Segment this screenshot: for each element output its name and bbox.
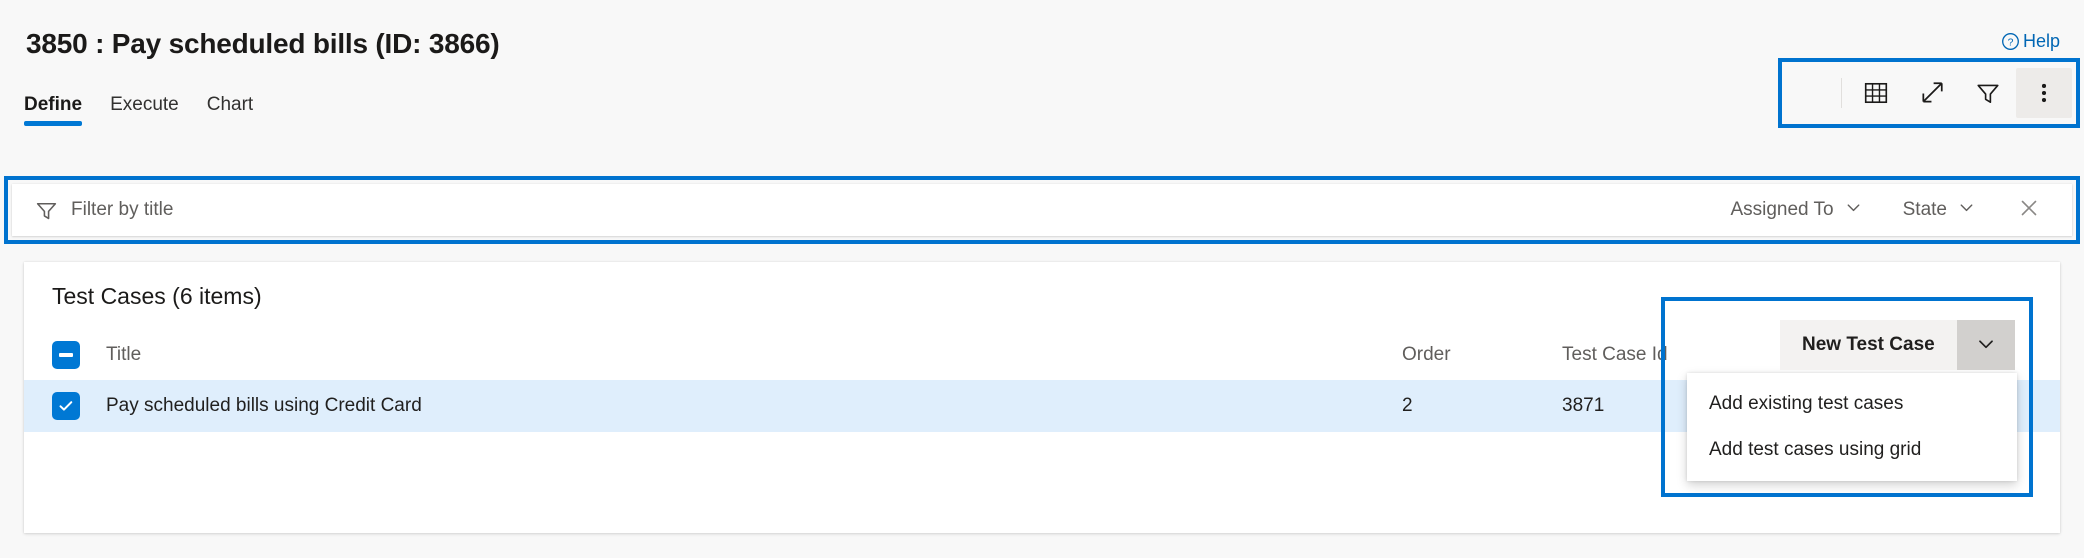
question-circle-icon: ? (2001, 32, 2020, 51)
tab-execute-label: Execute (110, 94, 179, 115)
column-header-title[interactable]: Title (106, 344, 1402, 366)
toolbar-divider (1841, 78, 1842, 108)
toolbar (1782, 62, 2076, 124)
filter-input[interactable] (71, 184, 1703, 236)
tab-define[interactable]: Define (24, 95, 96, 126)
chevron-down-icon (1975, 333, 1997, 358)
svg-text:?: ? (2008, 38, 2014, 49)
page-header: 3850 : Pay scheduled bills (ID: 3866) ? … (0, 0, 2084, 80)
row-order: 2 (1402, 395, 1413, 416)
row-title: Pay scheduled bills using Credit Card (106, 395, 422, 416)
filter-bar-highlight-box: Assigned To State (4, 176, 2080, 244)
new-test-case-split-button: New Test Case (1780, 320, 2015, 370)
help-label: Help (2022, 31, 2060, 51)
filter-input-group (34, 184, 1703, 236)
fullscreen-button[interactable] (1904, 68, 1960, 118)
row-select-cell (52, 392, 106, 420)
menu-item-add-existing-test-cases[interactable]: Add existing test cases (1687, 381, 2017, 427)
tab-execute[interactable]: Execute (96, 95, 193, 126)
chevron-down-icon (1957, 198, 1976, 223)
state-filter[interactable]: State (1891, 192, 1988, 229)
more-vertical-icon (2031, 80, 2057, 106)
toolbar-highlight-box (1778, 58, 2080, 128)
check-icon (57, 397, 75, 415)
assigned-to-filter[interactable]: Assigned To (1718, 192, 1874, 229)
column-header-order[interactable]: Order (1402, 344, 1562, 366)
test-cases-title: Test Cases (6 items) (52, 282, 262, 309)
close-icon (2017, 196, 2041, 225)
more-options-button[interactable] (2016, 68, 2072, 118)
funnel-icon (1975, 80, 2001, 106)
tab-chart-label: Chart (206, 94, 254, 115)
filter-button[interactable] (1960, 68, 2016, 118)
select-all-checkbox[interactable] (52, 341, 80, 369)
select-all-cell (52, 341, 106, 369)
test-cases-header: Test Cases (6 items) (24, 262, 2060, 330)
filter-bar: Assigned To State (12, 184, 2072, 236)
indeterminate-dash-icon (59, 353, 73, 357)
tab-chart[interactable]: Chart (193, 95, 267, 126)
new-test-case-button[interactable]: New Test Case (1780, 320, 1957, 370)
app-root: 3850 : Pay scheduled bills (ID: 3866) ? … (0, 0, 2084, 558)
menu-item-add-test-cases-using-grid[interactable]: Add test cases using grid (1687, 427, 2017, 473)
state-label: State (1902, 199, 1947, 220)
row-checkbox[interactable] (52, 392, 80, 420)
tab-list: Define Execute Chart (24, 80, 267, 126)
close-filter-button[interactable] (2012, 193, 2046, 227)
grid-icon (1863, 80, 1889, 106)
assigned-to-label: Assigned To (1730, 199, 1834, 220)
new-test-case-caret-button[interactable] (1956, 320, 2015, 370)
funnel-icon (34, 198, 59, 223)
new-test-case-menu: Add existing test cases Add test cases u… (1687, 373, 2017, 481)
page-title: 3850 : Pay scheduled bills (ID: 3866) (26, 28, 500, 59)
tab-define-label: Define (24, 94, 83, 115)
expand-arrows-icon (1919, 80, 1945, 106)
column-header-test-case-id[interactable]: Test Case Id (1562, 344, 1792, 366)
chevron-down-icon (1844, 198, 1863, 223)
column-options-button[interactable] (1848, 68, 1904, 118)
help-link[interactable]: ? Help (2001, 31, 2060, 52)
